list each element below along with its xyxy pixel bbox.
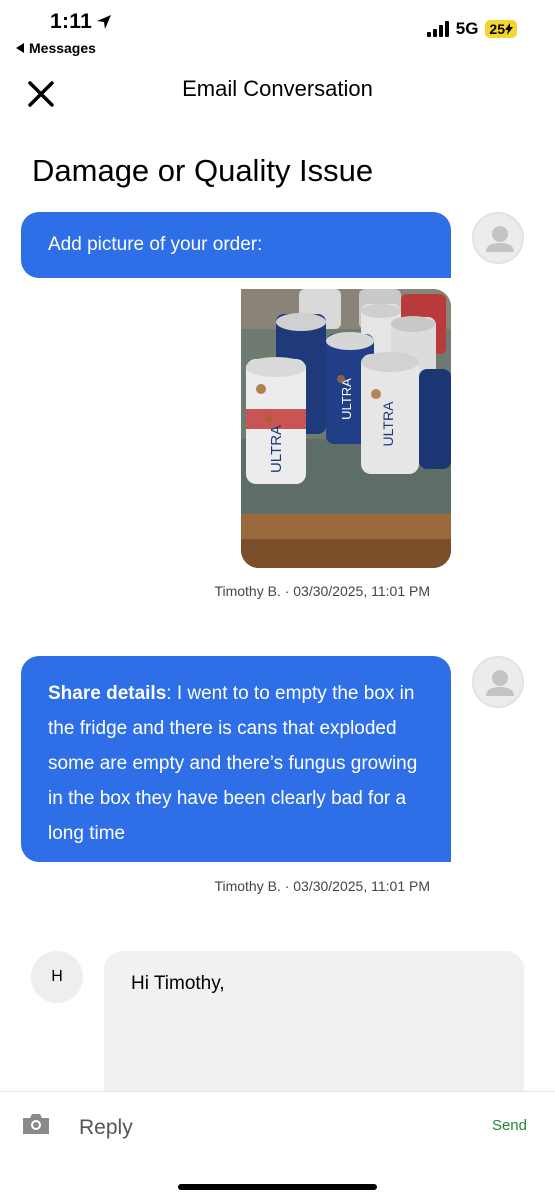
message-bubble: Add picture of your order: bbox=[21, 212, 451, 278]
back-app-label: Messages bbox=[29, 40, 96, 56]
reply-input[interactable] bbox=[79, 1116, 459, 1140]
message-meta: Timothy B. · 03/30/2025, 11:01 PM bbox=[214, 583, 430, 599]
camera-icon bbox=[23, 1114, 49, 1134]
battery-level: 25 bbox=[489, 21, 505, 37]
avatar bbox=[472, 212, 524, 264]
svg-text:ULTRA: ULTRA bbox=[380, 401, 396, 447]
time-text: 1:11 bbox=[50, 10, 93, 33]
location-arrow-icon bbox=[97, 15, 112, 29]
home-indicator[interactable] bbox=[178, 1184, 377, 1190]
order-photo[interactable]: ULTRA ULTRA ULTRA bbox=[241, 289, 451, 568]
send-button[interactable]: Send bbox=[492, 1117, 527, 1134]
message-text: : I went to to empty the box in the frid… bbox=[48, 683, 418, 844]
header-title: Email Conversation bbox=[182, 76, 373, 101]
page-title: Damage or Quality Issue bbox=[32, 153, 374, 188]
message-text: Add picture of your order: bbox=[48, 234, 263, 255]
network-label: 5G bbox=[455, 19, 479, 38]
message-bubble: Share details: I went to to empty the bo… bbox=[21, 656, 451, 862]
user-silhouette-icon bbox=[486, 226, 514, 252]
message-meta: Timothy B. · 03/30/2025, 11:01 PM bbox=[214, 878, 430, 894]
signal-icon bbox=[426, 21, 449, 37]
avatar bbox=[472, 656, 524, 708]
user-silhouette-icon bbox=[486, 670, 514, 696]
agent-greeting: Hi Timothy, bbox=[131, 973, 225, 994]
svg-text:ULTRA: ULTRA bbox=[268, 425, 285, 473]
battery-icon: 25 bbox=[485, 20, 517, 38]
agent-message-bubble: Hi Timothy, bbox=[104, 951, 524, 1111]
message-label: Share details bbox=[48, 683, 167, 704]
status-indicators: 5G 25 bbox=[426, 19, 517, 39]
damaged-cans-image: ULTRA ULTRA ULTRA bbox=[241, 289, 451, 568]
svg-text:ULTRA: ULTRA bbox=[339, 378, 354, 420]
charging-bolt-icon bbox=[505, 23, 513, 35]
back-to-app[interactable]: Messages bbox=[16, 40, 96, 56]
agent-avatar: H bbox=[31, 951, 83, 1003]
camera-button[interactable] bbox=[21, 1112, 51, 1136]
status-time: 1:11 bbox=[50, 10, 112, 34]
back-triangle-icon bbox=[16, 43, 24, 53]
agent-initial: H bbox=[51, 968, 63, 985]
reply-bar: Send bbox=[0, 1091, 555, 1200]
